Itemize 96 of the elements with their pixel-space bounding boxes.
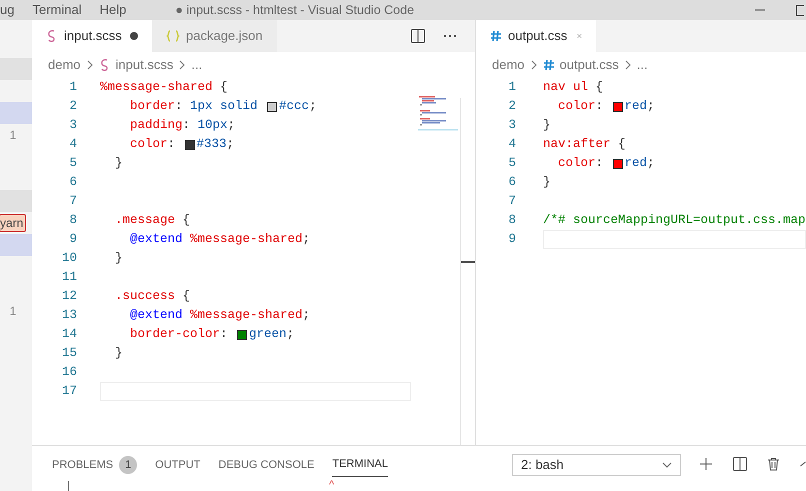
line-number: 8 bbox=[68, 212, 77, 229]
code-text: @extend %message-shared; bbox=[129, 231, 310, 248]
editor-tab[interactable]: input.scss bbox=[32, 20, 152, 52]
count-label: 1 bbox=[10, 127, 16, 144]
code-text: %message-shared { bbox=[100, 79, 228, 96]
editor-tab[interactable]: package.json bbox=[152, 20, 277, 52]
caret-icon bbox=[662, 462, 672, 468]
panel-tab[interactable]: DEBUG CONSOLE bbox=[218, 453, 314, 477]
line-number: 1 bbox=[507, 79, 516, 96]
code-text: /*# sourceMappingURL=output.css.map bbox=[543, 212, 806, 229]
code-text: #ccc; bbox=[279, 98, 317, 115]
line-number: 4 bbox=[68, 136, 77, 153]
breadcrumb-item[interactable]: ... bbox=[636, 55, 648, 75]
line-number: 3 bbox=[68, 117, 77, 134]
line-number: 4 bbox=[507, 136, 516, 153]
count-badge: 1 bbox=[119, 456, 138, 474]
terminal-cursor bbox=[68, 481, 69, 491]
line-number: 2 bbox=[68, 98, 77, 115]
menu-item[interactable]: Terminal bbox=[23, 0, 91, 20]
code-text: border-color: bbox=[129, 326, 229, 343]
line-number: 7 bbox=[68, 193, 77, 210]
hash-icon bbox=[490, 30, 502, 42]
color-swatch-icon[interactable] bbox=[612, 158, 623, 168]
breadcrumb-item[interactable]: demo bbox=[48, 55, 81, 75]
line-number: 6 bbox=[68, 174, 77, 191]
editor-tab[interactable]: output.css bbox=[476, 20, 596, 52]
window-title: ● input.scss - htmltest - Visual Studio Code bbox=[175, 2, 414, 19]
code-text: } bbox=[114, 250, 123, 267]
code-text: } bbox=[114, 345, 123, 362]
menu-item[interactable]: ug bbox=[0, 0, 24, 20]
color-swatch-icon[interactable] bbox=[184, 140, 195, 150]
code-text: color: bbox=[557, 98, 604, 115]
panel-tab[interactable]: PROBLEMS 1 bbox=[52, 453, 138, 477]
line-number: 14 bbox=[60, 326, 77, 343]
line-number: 3 bbox=[507, 117, 516, 134]
code-text: nav:after { bbox=[543, 136, 626, 153]
braces-icon bbox=[166, 29, 180, 43]
code-text: } bbox=[543, 117, 551, 134]
terminal-select[interactable]: 2: bash bbox=[512, 454, 681, 476]
line-number: 5 bbox=[507, 155, 516, 172]
tooltip-label: yarn bbox=[0, 214, 26, 232]
line-number: 11 bbox=[60, 269, 77, 286]
hash-icon bbox=[542, 59, 555, 71]
tab-label: package.json bbox=[186, 27, 263, 46]
line-number: 15 bbox=[60, 345, 77, 362]
code-text: nav ul { bbox=[543, 79, 604, 96]
code-text: .success { bbox=[114, 288, 190, 305]
tab-label: PROBLEMS bbox=[52, 458, 114, 473]
code-text: } bbox=[543, 174, 551, 191]
breadcrumb-item[interactable]: demo bbox=[492, 55, 525, 75]
code-text: border: 1px solid bbox=[129, 98, 259, 115]
close-icon[interactable] bbox=[577, 31, 582, 41]
add-icon[interactable] bbox=[699, 457, 713, 471]
color-swatch-icon[interactable] bbox=[237, 330, 248, 340]
line-number: 17 bbox=[60, 383, 77, 400]
tab-label: output.css bbox=[508, 27, 568, 46]
code-text: red; bbox=[624, 155, 655, 172]
line-number: 10 bbox=[60, 250, 77, 267]
breadcrumb-item[interactable]: output.css bbox=[560, 55, 619, 75]
line-number: 12 bbox=[60, 288, 77, 305]
panel-tab[interactable]: OUTPUT bbox=[155, 453, 200, 477]
marker-text: ^ bbox=[329, 479, 334, 491]
color-swatch-icon[interactable] bbox=[267, 102, 278, 112]
more-icon[interactable] bbox=[443, 34, 457, 38]
breadcrumb-item[interactable]: input.scss bbox=[116, 55, 174, 75]
maximize-icon[interactable] bbox=[796, 4, 804, 16]
line-number: 13 bbox=[60, 307, 77, 324]
code-text: @extend %message-shared; bbox=[129, 307, 310, 324]
line-number: 9 bbox=[68, 231, 77, 248]
scrollbar-mark bbox=[461, 261, 475, 263]
line-number: 8 bbox=[507, 212, 516, 229]
line-number: 7 bbox=[507, 193, 516, 210]
menu-item[interactable]: Help bbox=[90, 0, 136, 20]
color-swatch-icon[interactable] bbox=[612, 102, 623, 112]
select-value: 2: bash bbox=[521, 456, 564, 474]
panel-tab[interactable]: TERMINAL bbox=[332, 453, 388, 477]
line-number: 2 bbox=[507, 98, 516, 115]
line-number: 5 bbox=[68, 155, 77, 172]
trash-icon[interactable] bbox=[767, 457, 780, 471]
code-text: #333; bbox=[196, 136, 234, 153]
count-label: 1 bbox=[10, 303, 16, 320]
line-number: 6 bbox=[507, 174, 516, 191]
line-number: 1 bbox=[68, 79, 77, 96]
code-text: green; bbox=[249, 326, 294, 343]
code-text: red; bbox=[624, 98, 655, 115]
code-text: .message { bbox=[114, 212, 190, 229]
line-number: 9 bbox=[507, 231, 516, 248]
tab-label: input.scss bbox=[64, 27, 122, 46]
code-text: } bbox=[114, 155, 123, 172]
line-number: 16 bbox=[60, 364, 77, 381]
split-editor-icon[interactable] bbox=[411, 29, 425, 43]
code-text: color: bbox=[557, 155, 604, 172]
split-terminal-icon[interactable] bbox=[733, 457, 747, 471]
code-text: padding: 10px; bbox=[129, 117, 236, 134]
code-text: color: bbox=[129, 136, 176, 153]
breadcrumb-item[interactable]: ... bbox=[191, 55, 202, 75]
